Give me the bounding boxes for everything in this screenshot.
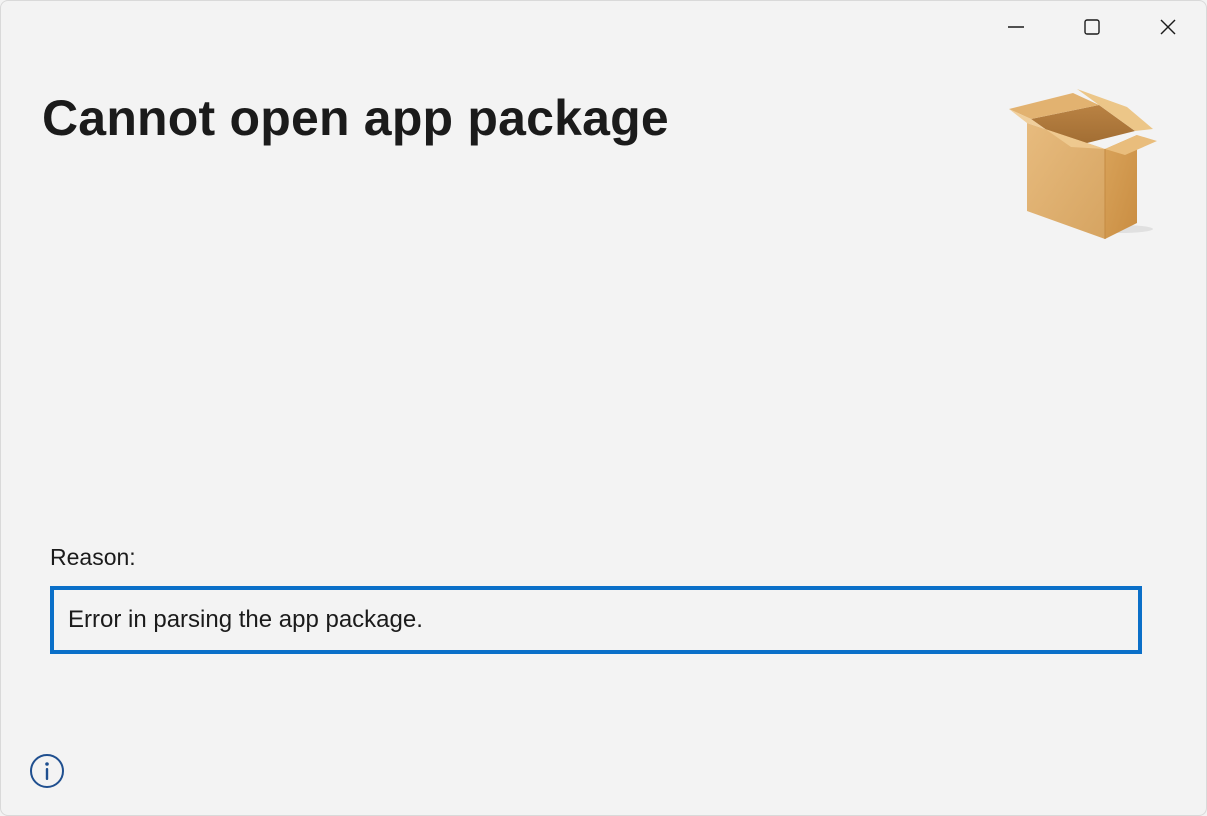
reason-label: Reason: — [50, 544, 136, 570]
info-icon[interactable] — [29, 753, 65, 789]
reason-message: Error in parsing the app package. — [68, 606, 423, 633]
minimize-icon — [1008, 26, 1024, 28]
close-icon — [1160, 19, 1176, 35]
maximize-icon — [1084, 19, 1100, 35]
maximize-button[interactable] — [1054, 1, 1130, 53]
package-box-icon — [1009, 89, 1157, 239]
minimize-button[interactable] — [978, 1, 1054, 53]
reason-message-box[interactable]: Error in parsing the app package. — [50, 586, 1142, 654]
app-installer-window: Cannot open app package Reason: Error in… — [0, 0, 1207, 816]
close-button[interactable] — [1130, 1, 1206, 53]
page-title: Cannot open app package — [42, 90, 669, 146]
caption-buttons — [978, 1, 1206, 53]
